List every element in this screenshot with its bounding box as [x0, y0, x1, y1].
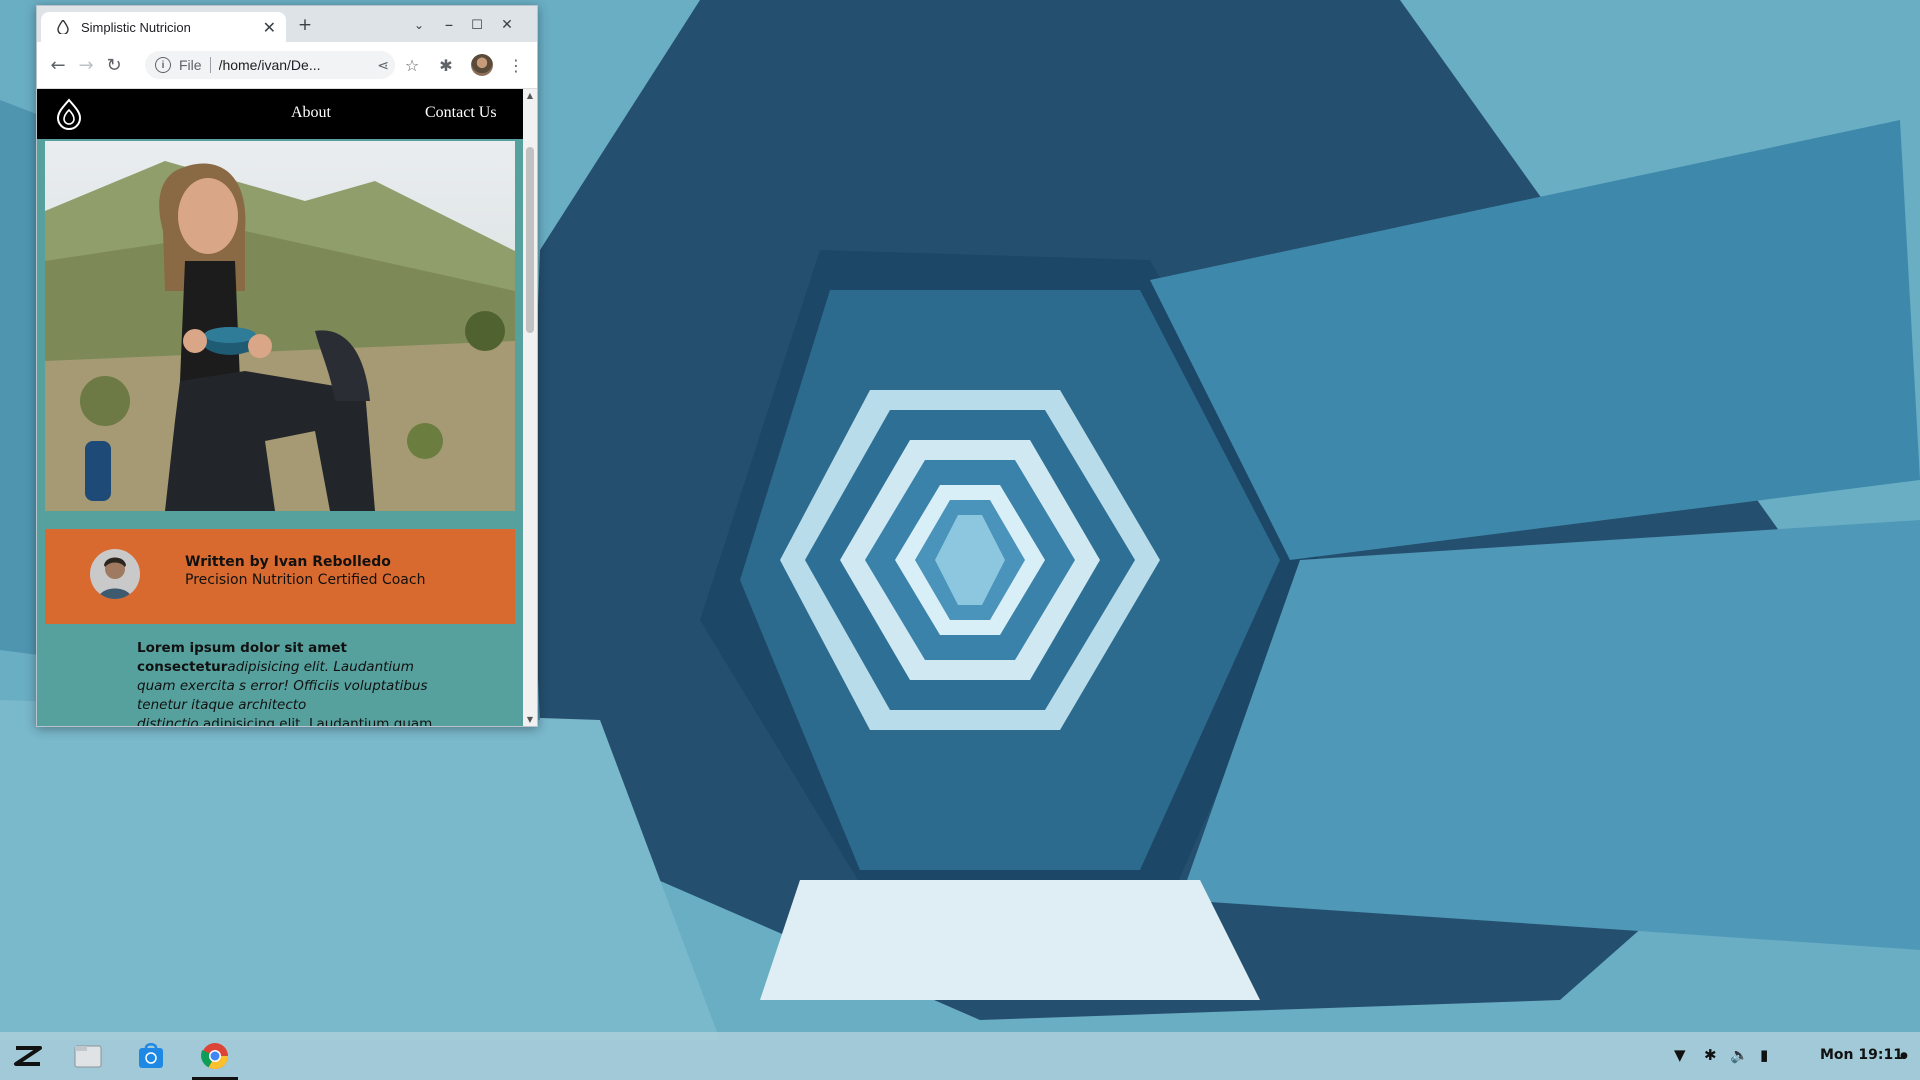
battery-icon[interactable]: ▮ [1760, 1046, 1768, 1064]
browser-toolbar: ← → ↻ i File /home/ivan/De... ⋖ ☆ ✱ ▯ ⋮ [37, 42, 537, 89]
author-name: Written by Ivan Rebolledo [185, 554, 391, 570]
volume-icon[interactable]: 🔈 [1730, 1046, 1749, 1064]
notification-dot-icon[interactable]: ● [1900, 1051, 1908, 1061]
address-bar[interactable]: i File /home/ivan/De... ⋖ [145, 51, 395, 79]
wifi-icon[interactable]: ▼ [1674, 1046, 1686, 1064]
url-separator [209, 57, 211, 73]
bluetooth-icon[interactable]: ✱ [1704, 1046, 1717, 1064]
author-avatar [90, 549, 140, 599]
profile-avatar[interactable] [471, 54, 493, 76]
minimize-button[interactable]: – [437, 14, 461, 36]
new-tab-button[interactable]: + [293, 14, 317, 36]
nav-link-contact[interactable]: Contact Us [425, 104, 497, 122]
back-button[interactable]: ← [45, 52, 71, 78]
files-app-icon[interactable] [70, 1038, 106, 1074]
taskbar: ▼ ✱ 🔈 ▮ Mon 19:11 ● [0, 1032, 1920, 1080]
page-viewport: About Contact Us Written by Ivan Rebolle… [37, 89, 523, 726]
scroll-down-arrow-icon[interactable]: ▼ [526, 715, 534, 724]
article-trailing-text: adipisicing elit. Laudantium quam [202, 716, 433, 726]
site-navbar: About Contact Us [37, 89, 523, 139]
author-title: Precision Nutrition Certified Coach [185, 572, 426, 588]
browser-window: Simplistic Nutricion ✕ + ⌄ – ☐ ✕ ← → ↻ i… [36, 5, 538, 727]
scroll-up-arrow-icon[interactable]: ▲ [526, 91, 534, 100]
site-info-icon[interactable]: i [155, 57, 171, 73]
launcher-icon[interactable] [10, 1038, 46, 1074]
reload-button[interactable]: ↻ [101, 52, 127, 78]
page-scrollbar[interactable]: ▲ ▼ [523, 89, 537, 726]
tab-search-chevron-icon[interactable]: ⌄ [407, 14, 431, 36]
scroll-thumb[interactable] [526, 147, 534, 333]
site-favicon-icon [55, 19, 71, 35]
url-text[interactable]: /home/ivan/De... [219, 57, 378, 73]
author-card: Written by Ivan Rebolledo Precision Nutr… [45, 529, 515, 624]
extensions-icon[interactable]: ✱ [435, 54, 457, 76]
url-scheme-label: File [179, 57, 202, 73]
chrome-app-icon[interactable] [197, 1038, 233, 1074]
tab-close-icon[interactable]: ✕ [263, 18, 276, 37]
tab-title: Simplistic Nutricion [81, 19, 191, 35]
software-store-icon[interactable] [133, 1038, 169, 1074]
bookmark-star-icon[interactable]: ☆ [401, 54, 423, 76]
tab-strip: Simplistic Nutricion ✕ + ⌄ – ☐ ✕ [37, 6, 537, 42]
share-icon[interactable]: ⋖ [377, 57, 389, 74]
browser-menu-icon[interactable]: ⋮ [505, 54, 527, 76]
browser-tab[interactable]: Simplistic Nutricion ✕ [41, 12, 286, 42]
article-body: Lorem ipsum dolor sit amet consecteturad… [137, 639, 437, 726]
forward-button[interactable]: → [73, 52, 99, 78]
nav-link-about[interactable]: About [291, 104, 331, 122]
window-close-button[interactable]: ✕ [495, 14, 519, 36]
system-clock[interactable]: Mon 19:11 [1820, 1047, 1903, 1063]
hero-image [45, 141, 515, 511]
site-logo-icon[interactable] [53, 98, 85, 130]
maximize-button[interactable]: ☐ [465, 14, 489, 36]
